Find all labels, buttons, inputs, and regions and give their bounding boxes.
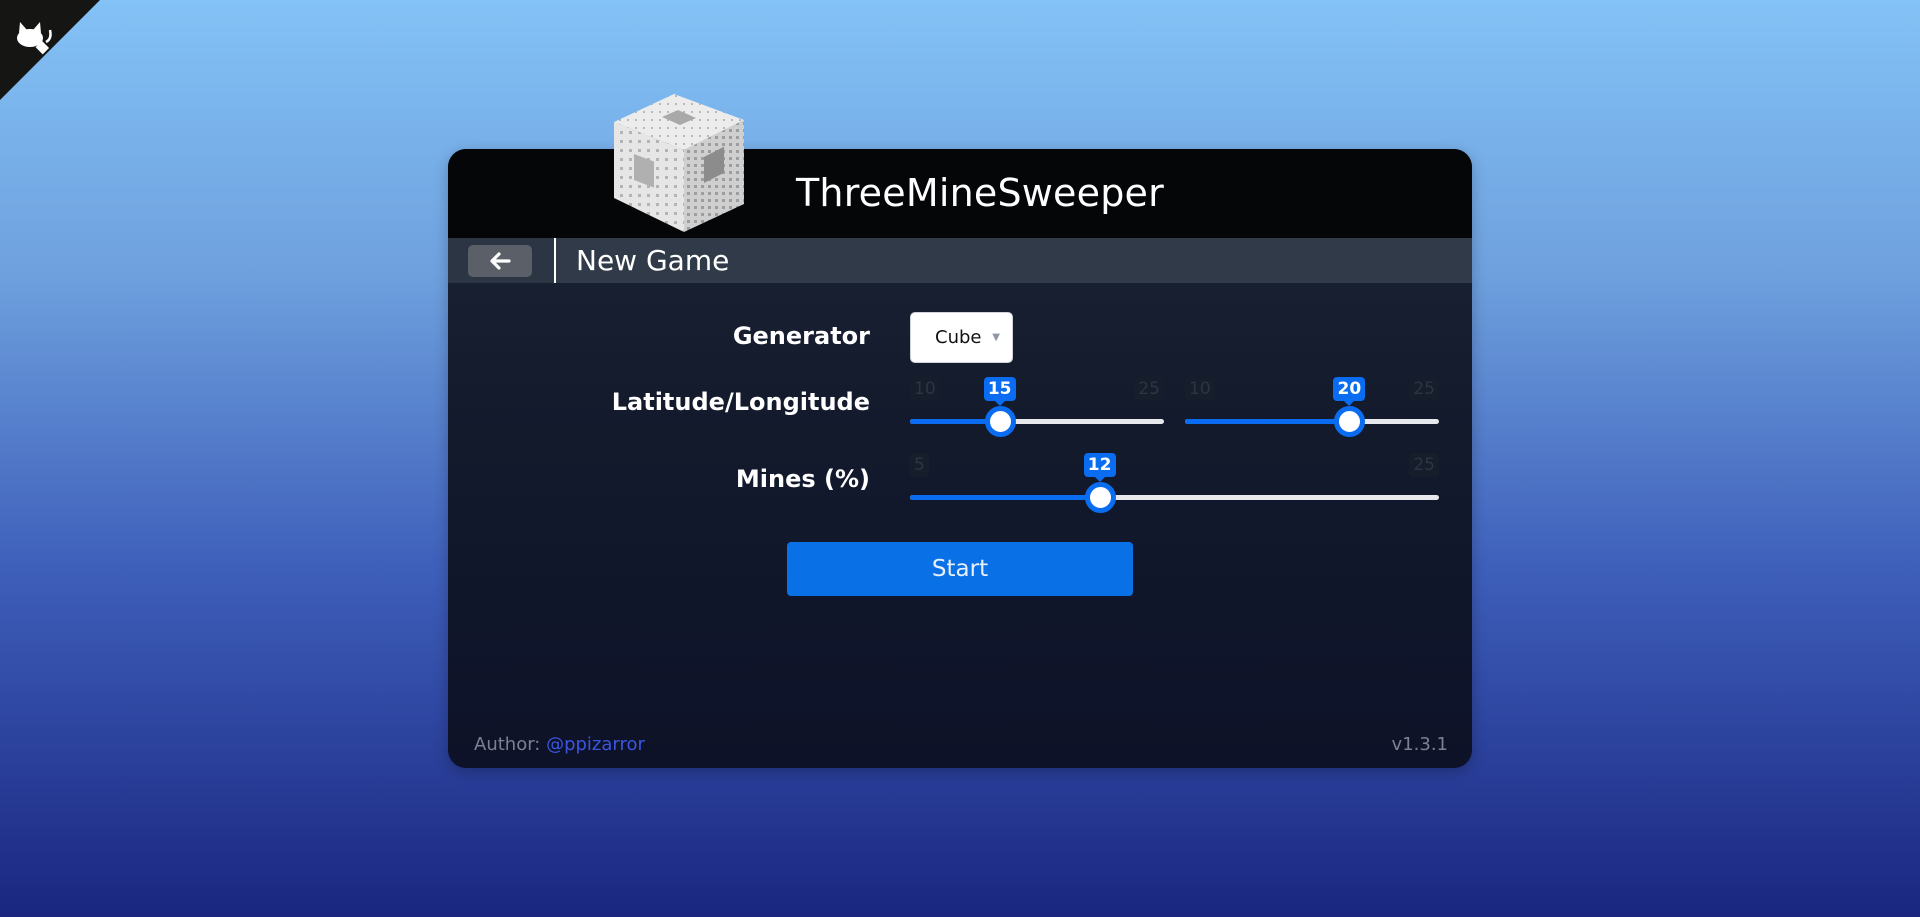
longitude-slider[interactable]: 10 25 20 [1185, 377, 1439, 447]
slider-value-bubble: 12 [1083, 453, 1116, 482]
slider-value-bubble: 15 [983, 377, 1016, 406]
start-button[interactable]: Start [787, 542, 1133, 596]
chevron-down-icon: ▼ [992, 332, 1000, 343]
slider-max-label: 25 [1134, 377, 1164, 401]
mines-slider[interactable]: 5 25 12 [910, 453, 1439, 523]
slider-track-fill [910, 495, 1100, 500]
mines-label: Mines (%) [735, 465, 870, 493]
subheader-divider [554, 238, 556, 283]
generator-select[interactable]: Cube ▼ [910, 312, 1013, 363]
slider-thumb[interactable] [1334, 406, 1366, 437]
footer-author: Author: @ppizarror [474, 734, 645, 755]
arrow-left-icon [490, 252, 511, 270]
slider-track-fill [1185, 419, 1350, 424]
generator-selected-value: Cube [935, 327, 982, 348]
slider-thumb[interactable] [1084, 482, 1116, 513]
author-link[interactable]: @ppizarror [546, 734, 645, 755]
slider-min-label: 10 [1185, 377, 1215, 401]
back-area [448, 238, 554, 283]
slider-thumb[interactable] [984, 406, 1016, 437]
app-header: ThreeMineSweeper [448, 149, 1472, 238]
menger-cube-logo [614, 94, 744, 232]
github-octocat-icon [0, 0, 100, 100]
back-button[interactable] [468, 245, 532, 277]
generator-label: Generator [732, 322, 870, 350]
slider-min-label: 10 [910, 377, 940, 401]
github-corner-link[interactable] [0, 0, 100, 100]
page-title: New Game [576, 244, 730, 277]
latlong-label: Latitude/Longitude [611, 388, 870, 416]
subheader: New Game [448, 238, 1472, 283]
slider-value-bubble: 20 [1333, 377, 1366, 406]
latitude-slider[interactable]: 10 25 15 [910, 377, 1164, 447]
slider-max-label: 25 [1409, 377, 1439, 401]
slider-min-label: 5 [910, 453, 929, 477]
app-title: ThreeMineSweeper [796, 171, 1164, 215]
version-label: v1.3.1 [1391, 734, 1448, 755]
author-prefix: Author: [474, 734, 547, 755]
slider-max-label: 25 [1409, 453, 1439, 477]
